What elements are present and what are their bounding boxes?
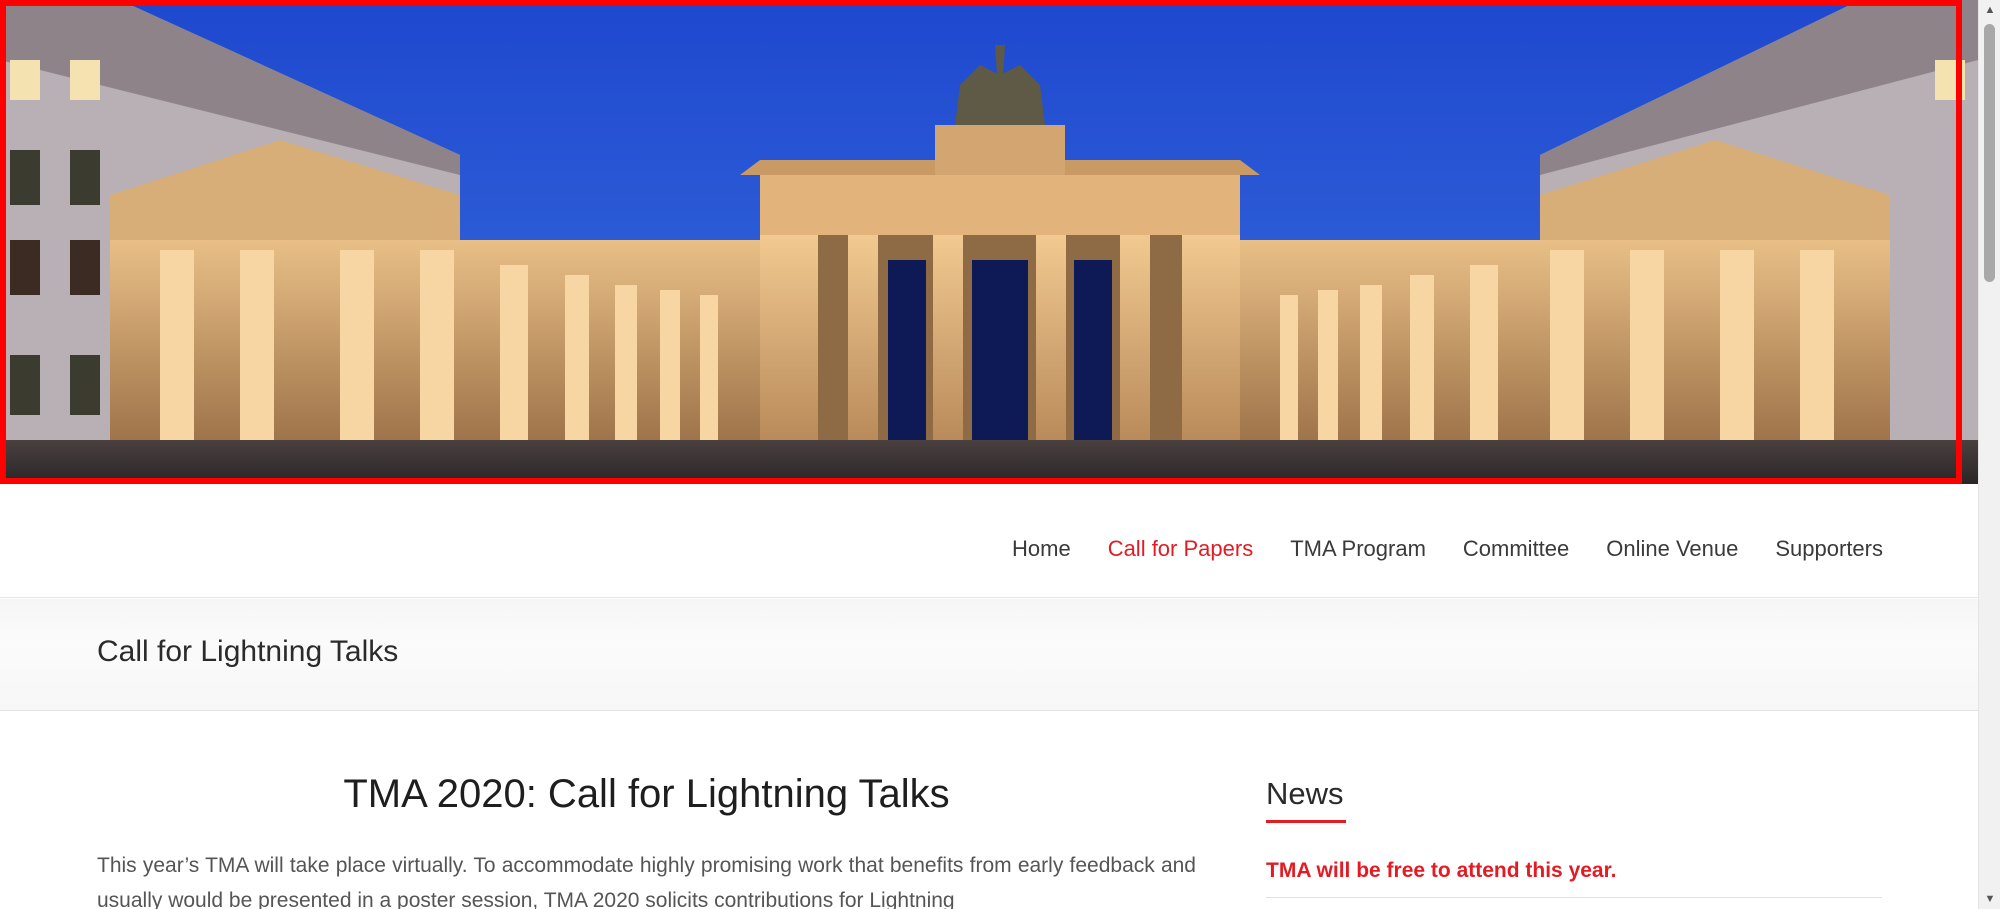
news-title-underline	[1266, 820, 1346, 823]
nav-item-tma-program[interactable]: TMA Program	[1290, 536, 1426, 562]
news-widget-title: News	[1266, 776, 1344, 811]
nav-menu: Home Call for Papers TMA Program Committ…	[975, 536, 1883, 562]
nav-item-supporters[interactable]: Supporters	[1775, 536, 1883, 562]
article-intro-text: This year’s TMA will take place virtuall…	[97, 854, 1196, 909]
news-item-link[interactable]: TMA will be free to attend this year.	[1266, 859, 1616, 883]
nav-item-online-venue[interactable]: Online Venue	[1606, 536, 1738, 562]
scroll-up-arrow-icon[interactable]: ▲	[1979, 0, 2000, 20]
news-divider	[1266, 897, 1882, 898]
page-title: Call for Lightning Talks	[97, 635, 399, 668]
main-navbar: Home Call for Papers TMA Program Committ…	[0, 484, 1978, 598]
nav-item-committee[interactable]: Committee	[1463, 536, 1569, 562]
scrollbar-thumb[interactable]	[1984, 24, 1995, 282]
article-heading: TMA 2020: Call for Lightning Talks	[343, 772, 950, 816]
page-title-bar: Call for Lightning Talks	[0, 599, 1978, 711]
nav-item-call-for-papers[interactable]: Call for Papers	[1108, 536, 1254, 562]
nav-item-home[interactable]: Home	[1012, 536, 1071, 562]
scroll-down-arrow-icon[interactable]: ▼	[1979, 889, 2000, 909]
hero-banner	[0, 0, 1978, 484]
brandenburg-gate-image	[0, 0, 1978, 484]
page-scrollbar[interactable]: ▲ ▼	[1978, 0, 2000, 909]
